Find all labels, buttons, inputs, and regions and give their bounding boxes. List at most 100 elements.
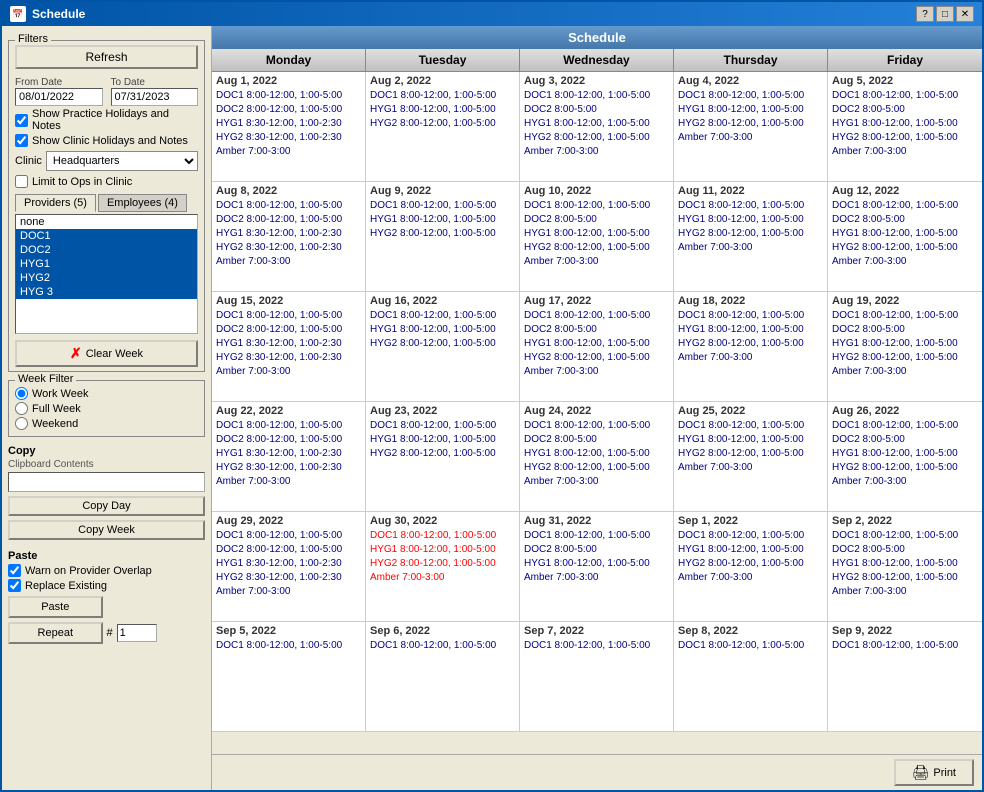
calendar-cell[interactable]: Aug 1, 2022DOC1 8:00-12:00, 1:00-5:00DOC… bbox=[212, 72, 366, 182]
cell-event: Amber 7:00-3:00 bbox=[678, 351, 823, 364]
copy-day-button[interactable]: Copy Day bbox=[8, 496, 205, 516]
calendar-cell[interactable]: Aug 3, 2022DOC1 8:00-12:00, 1:00-5:00DOC… bbox=[520, 72, 674, 182]
work-week-label: Work Week bbox=[32, 388, 88, 400]
cell-event: Amber 7:00-3:00 bbox=[832, 475, 978, 488]
calendar-cell[interactable]: Aug 17, 2022DOC1 8:00-12:00, 1:00-5:00DO… bbox=[520, 292, 674, 402]
cell-date: Sep 6, 2022 bbox=[370, 625, 515, 637]
calendar-cell[interactable]: Aug 19, 2022DOC1 8:00-12:00, 1:00-5:00DO… bbox=[828, 292, 982, 402]
bottom-bar: 🖨 Print bbox=[212, 754, 982, 790]
calendar-grid[interactable]: Monday Tuesday Wednesday Thursday Friday… bbox=[212, 49, 982, 754]
calendar-cell[interactable]: Aug 8, 2022DOC1 8:00-12:00, 1:00-5:00DOC… bbox=[212, 182, 366, 292]
calendar-cell[interactable]: Aug 31, 2022DOC1 8:00-12:00, 1:00-5:00DO… bbox=[520, 512, 674, 622]
calendar-cell[interactable]: Aug 18, 2022DOC1 8:00-12:00, 1:00-5:00HY… bbox=[674, 292, 828, 402]
cell-event: DOC1 8:00-12:00, 1:00-5:00 bbox=[678, 89, 823, 102]
calendar-cell[interactable]: Aug 5, 2022DOC1 8:00-12:00, 1:00-5:00DOC… bbox=[828, 72, 982, 182]
maximize-button[interactable]: □ bbox=[936, 6, 954, 22]
repeat-button[interactable]: Repeat bbox=[8, 622, 103, 644]
calendar-cell[interactable]: Aug 30, 2022DOC1 8:00-12:00, 1:00-5:00HY… bbox=[366, 512, 520, 622]
cell-event: HYG1 8:00-12:00, 1:00-5:00 bbox=[524, 447, 669, 460]
show-clinic-holidays-checkbox[interactable] bbox=[15, 134, 28, 147]
calendar-cell[interactable]: Aug 11, 2022DOC1 8:00-12:00, 1:00-5:00HY… bbox=[674, 182, 828, 292]
cell-date: Aug 17, 2022 bbox=[524, 295, 669, 307]
col-monday: Monday bbox=[212, 49, 366, 71]
show-practice-holidays-checkbox[interactable] bbox=[15, 114, 28, 127]
app-icon: 📅 bbox=[10, 6, 26, 22]
warn-provider-checkbox[interactable] bbox=[8, 564, 21, 577]
calendar-cell[interactable]: Sep 6, 2022 DOC1 8:00-12:00, 1:00-5:00 bbox=[366, 622, 520, 732]
cell-event-red: DOC1 8:00-12:00, 1:00-5:00 bbox=[370, 529, 515, 542]
repeat-row: Repeat # bbox=[8, 622, 205, 644]
cell-event: DOC1 8:00-12:00, 1:00-5:00 bbox=[370, 639, 515, 652]
cell-event: HYG2 8:00-12:00, 1:00-5:00 bbox=[832, 131, 978, 144]
clear-week-button[interactable]: ✗ Clear Week bbox=[15, 340, 198, 367]
calendar-cell[interactable]: Aug 4, 2022DOC1 8:00-12:00, 1:00-5:00HYG… bbox=[674, 72, 828, 182]
limit-ops-checkbox[interactable] bbox=[15, 175, 28, 188]
refresh-button[interactable]: Refresh bbox=[15, 45, 198, 69]
provider-item-doc1[interactable]: DOC1 bbox=[16, 229, 197, 243]
providers-tab[interactable]: Providers (5) bbox=[15, 194, 96, 212]
replace-existing-checkbox[interactable] bbox=[8, 579, 21, 592]
weekend-radio[interactable] bbox=[15, 417, 28, 430]
to-date-label: To Date bbox=[111, 77, 199, 88]
provider-item-none[interactable]: none bbox=[16, 215, 197, 229]
cell-event: DOC1 8:00-12:00, 1:00-5:00 bbox=[678, 309, 823, 322]
cell-event: HYG2 8:00-12:00, 1:00-5:00 bbox=[524, 351, 669, 364]
copy-week-button[interactable]: Copy Week bbox=[8, 520, 205, 540]
cell-event: DOC1 8:00-12:00, 1:00-5:00 bbox=[524, 639, 669, 652]
calendar-cell[interactable]: Sep 9, 2022DOC1 8:00-12:00, 1:00-5:00 bbox=[828, 622, 982, 732]
cell-event: HYG2 8:30-12:00, 1:00-2:30 bbox=[216, 241, 361, 254]
cell-date: Sep 8, 2022 bbox=[678, 625, 823, 637]
schedule-header: Schedule bbox=[212, 26, 982, 49]
paste-button[interactable]: Paste bbox=[8, 596, 103, 618]
calendar-cell[interactable]: Aug 25, 2022DOC1 8:00-12:00, 1:00-5:00HY… bbox=[674, 402, 828, 512]
calendar-cell[interactable]: Sep 5, 2022DOC1 8:00-12:00, 1:00-5:00 bbox=[212, 622, 366, 732]
calendar-cell[interactable]: Aug 26, 2022DOC1 8:00-12:00, 1:00-5:00DO… bbox=[828, 402, 982, 512]
cell-event: DOC1 8:00-12:00, 1:00-5:00 bbox=[370, 419, 515, 432]
cell-event: Amber 7:00-3:00 bbox=[678, 131, 823, 144]
cell-event: Amber 7:00-3:00 bbox=[216, 255, 361, 268]
full-week-radio[interactable] bbox=[15, 402, 28, 415]
paste-section: Paste Warn on Provider Overlap Replace E… bbox=[8, 550, 205, 644]
provider-list[interactable]: none DOC1 DOC2 HYG1 HYG2 HYG 3 bbox=[15, 214, 198, 334]
column-headers: Monday Tuesday Wednesday Thursday Friday bbox=[212, 49, 982, 72]
calendar-cell[interactable]: Sep 7, 2022 DOC1 8:00-12:00, 1:00-5:00 bbox=[520, 622, 674, 732]
cell-event: HYG1 8:00-12:00, 1:00-5:00 bbox=[678, 433, 823, 446]
calendar-cell[interactable]: Aug 23, 2022DOC1 8:00-12:00, 1:00-5:00HY… bbox=[366, 402, 520, 512]
calendar-cell[interactable]: Aug 10, 2022DOC1 8:00-12:00, 1:00-5:00DO… bbox=[520, 182, 674, 292]
cell-date: Sep 7, 2022 bbox=[524, 625, 669, 637]
calendar-cell[interactable]: Aug 15, 2022DOC1 8:00-12:00, 1:00-5:00DO… bbox=[212, 292, 366, 402]
cell-event: DOC2 8:00-5:00 bbox=[524, 323, 669, 336]
calendar-cell[interactable]: Aug 29, 2022DOC1 8:00-12:00, 1:00-5:00DO… bbox=[212, 512, 366, 622]
work-week-radio[interactable] bbox=[15, 387, 28, 400]
to-date-input[interactable] bbox=[111, 88, 199, 106]
close-button[interactable]: ✕ bbox=[956, 6, 974, 22]
cell-event: DOC1 8:00-12:00, 1:00-5:00 bbox=[832, 309, 978, 322]
week-filter-group: Week Filter Work Week Full Week Weekend bbox=[8, 380, 205, 437]
title-bar: 📅 Schedule ? □ ✕ bbox=[2, 2, 982, 26]
repeat-input[interactable] bbox=[117, 624, 157, 642]
calendar-cell[interactable]: Aug 9, 2022DOC1 8:00-12:00, 1:00-5:00HYG… bbox=[366, 182, 520, 292]
calendar-cell[interactable]: Aug 12, 2022DOC1 8:00-12:00, 1:00-5:00DO… bbox=[828, 182, 982, 292]
calendar-cell[interactable]: Aug 22, 2022DOC1 8:00-12:00, 1:00-5:00DO… bbox=[212, 402, 366, 512]
calendar-cell[interactable]: Sep 8, 2022DOC1 8:00-12:00, 1:00-5:00 bbox=[674, 622, 828, 732]
clinic-select[interactable]: Headquarters bbox=[46, 151, 198, 171]
provider-item-hyg3[interactable]: HYG 3 bbox=[16, 285, 197, 299]
calendar-cell[interactable]: Sep 1, 2022DOC1 8:00-12:00, 1:00-5:00HYG… bbox=[674, 512, 828, 622]
calendar-cell[interactable]: Aug 24, 2022DOC1 8:00-12:00, 1:00-5:00DO… bbox=[520, 402, 674, 512]
employees-tab[interactable]: Employees (4) bbox=[98, 194, 187, 212]
calendar-cell[interactable]: Aug 16, 2022DOC1 8:00-12:00, 1:00-5:00HY… bbox=[366, 292, 520, 402]
clipboard-input[interactable] bbox=[8, 472, 205, 492]
providers-tabs: Providers (5) Employees (4) bbox=[15, 194, 198, 212]
provider-item-doc2[interactable]: DOC2 bbox=[16, 243, 197, 257]
provider-item-hyg2[interactable]: HYG2 bbox=[16, 271, 197, 285]
replace-existing-label: Replace Existing bbox=[25, 580, 107, 592]
print-button[interactable]: 🖨 Print bbox=[894, 759, 974, 786]
provider-item-hyg1[interactable]: HYG1 bbox=[16, 257, 197, 271]
from-date-input[interactable] bbox=[15, 88, 103, 106]
clipboard-label: Clipboard Contents bbox=[8, 459, 205, 470]
help-button[interactable]: ? bbox=[916, 6, 934, 22]
cell-event: Amber 7:00-3:00 bbox=[524, 475, 669, 488]
calendar-cell[interactable]: Sep 2, 2022DOC1 8:00-12:00, 1:00-5:00DOC… bbox=[828, 512, 982, 622]
cell-event: DOC2 8:00-12:00, 1:00-5:00 bbox=[216, 103, 361, 116]
calendar-cell[interactable]: Aug 2, 2022DOC1 8:00-12:00, 1:00-5:00HYG… bbox=[366, 72, 520, 182]
